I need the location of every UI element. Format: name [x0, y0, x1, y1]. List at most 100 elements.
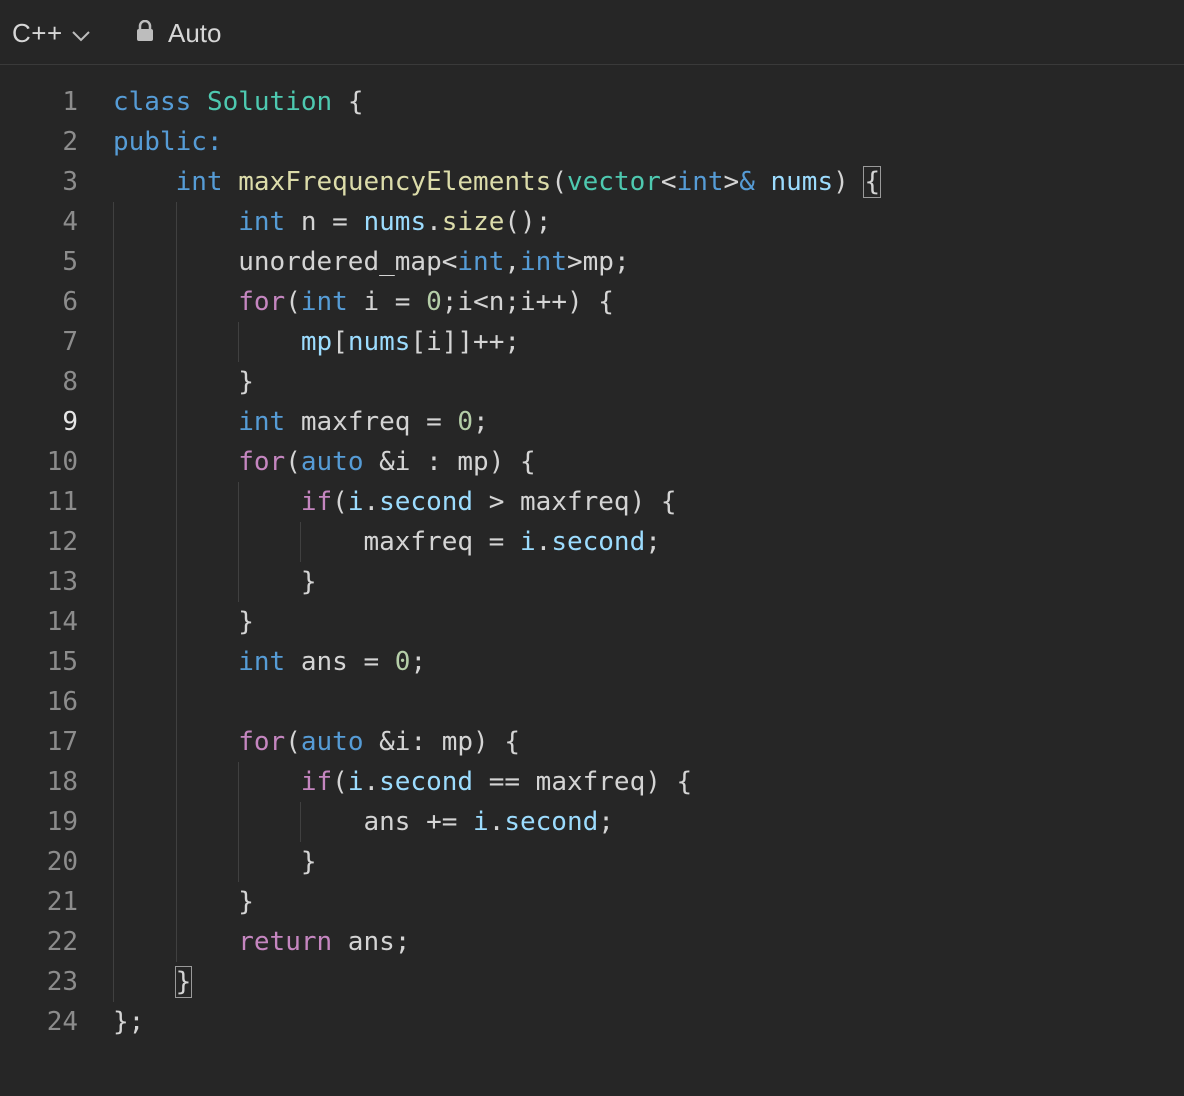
code-text: mp[nums[i]]++;: [113, 322, 520, 362]
code-line[interactable]: 3 int maxFrequencyElements(vector<int>& …: [0, 162, 1184, 202]
code-token: n =: [285, 207, 364, 237]
code-token: ;: [410, 647, 427, 677]
code-token: >: [723, 167, 740, 197]
code-token: .: [535, 527, 552, 557]
code-token: 0: [394, 647, 411, 677]
line-number: 11: [46, 487, 78, 517]
code-token: (: [332, 487, 348, 517]
code-token: return: [238, 927, 333, 957]
code-token: ();: [504, 207, 552, 237]
code-line[interactable]: 1 class Solution {: [0, 82, 1184, 122]
code-token: auto: [300, 447, 364, 477]
code-token: == maxfreq) {: [473, 767, 693, 797]
code-token: }: [113, 567, 317, 597]
mode-label: Auto: [168, 17, 222, 48]
code-line[interactable]: 6 for(int i = 0;i<n;i++) {: [0, 282, 1184, 322]
line-number: 6: [62, 287, 78, 317]
line-number: 17: [46, 727, 78, 757]
code-line[interactable]: 13 }: [0, 562, 1184, 602]
code-token: public: [113, 127, 207, 157]
code-token: &: [739, 167, 755, 197]
code-token: int: [457, 247, 505, 277]
code-line[interactable]: 2 public:: [0, 122, 1184, 162]
code-line[interactable]: 20 }: [0, 842, 1184, 882]
code-token: int: [520, 247, 567, 277]
code-token: ;: [598, 807, 614, 837]
line-number: 21: [46, 887, 78, 917]
code-line[interactable]: 4 int n = nums.size();: [0, 202, 1184, 242]
code-token: .: [363, 767, 380, 797]
code-text: maxfreq = i.second;: [113, 522, 660, 562]
code-token: nums: [770, 167, 834, 197]
code-token: >mp;: [566, 247, 630, 277]
code-token: ): [833, 167, 865, 197]
code-line[interactable]: 16: [0, 682, 1184, 722]
code-token: auto: [300, 727, 364, 757]
code-line[interactable]: 11 if(i.second > maxfreq) {: [0, 482, 1184, 522]
code-token: }: [113, 847, 317, 877]
code-editor[interactable]: 1 class Solution {2 public: 3 int maxFreque…: [0, 66, 1184, 1096]
code-line[interactable]: 23 }: [0, 962, 1184, 1002]
code-token: (: [332, 767, 348, 797]
line-number: 2: [62, 127, 78, 157]
code-text: public:: [113, 122, 223, 162]
code-line[interactable]: 10 for(auto &i : mp) {: [0, 442, 1184, 482]
code-line[interactable]: 7 mp[nums[i]]++;: [0, 322, 1184, 362]
code-line[interactable]: 18 if(i.second == maxfreq) {: [0, 762, 1184, 802]
editor-toolbar: C++ Auto: [0, 0, 1184, 65]
code-token: 0: [426, 287, 442, 317]
code-line[interactable]: 12 maxfreq = i.second;: [0, 522, 1184, 562]
code-token: (: [285, 447, 301, 477]
line-number: 18: [46, 767, 78, 797]
code-token: ;i<n;i++) {: [441, 287, 614, 317]
code-line[interactable]: 24};: [0, 1002, 1184, 1042]
code-token: int: [300, 287, 348, 317]
line-number: 23: [46, 967, 78, 997]
line-number: 5: [62, 247, 78, 277]
code-line[interactable]: 5 unordered_map<int,int>mp;: [0, 242, 1184, 282]
code-line[interactable]: 15 int ans = 0;: [0, 642, 1184, 682]
mode-indicator[interactable]: Auto: [136, 18, 222, 48]
line-number: 12: [46, 527, 78, 557]
code-line[interactable]: 8 }: [0, 362, 1184, 402]
code-text: }: [113, 962, 193, 1002]
line-number: 15: [46, 647, 78, 677]
code-token: > maxfreq) {: [473, 487, 677, 517]
code-token: mp: [300, 327, 333, 357]
code-token: &i: mp) {: [363, 727, 521, 757]
code-line[interactable]: 17 for(auto &i: mp) {: [0, 722, 1184, 762]
language-label: C++: [12, 17, 63, 48]
code-token: int: [175, 167, 223, 197]
code-token: .: [488, 807, 505, 837]
code-line[interactable]: 19 ans += i.second;: [0, 802, 1184, 842]
code-line[interactable]: 21 }: [0, 882, 1184, 922]
line-number: 20: [46, 847, 78, 877]
code-text: for(int i = 0;i<n;i++) {: [113, 282, 614, 322]
code-token: int: [238, 207, 286, 237]
code-token: i: [347, 487, 364, 517]
code-text: class Solution {: [113, 82, 363, 122]
code-token: for: [238, 287, 286, 317]
matched-bracket: {: [863, 166, 882, 198]
code-line[interactable]: 9 int maxfreq = 0;: [0, 402, 1184, 442]
code-token: i: [473, 807, 489, 837]
language-selector[interactable]: C++: [12, 18, 91, 48]
code-line[interactable]: 22 return ans;: [0, 922, 1184, 962]
code-token: second: [379, 767, 474, 797]
line-number: 14: [46, 607, 78, 637]
code-token: int: [238, 647, 286, 677]
code-token: ans;: [332, 927, 411, 957]
code-lines[interactable]: 1 class Solution {2 public: 3 int maxFreque…: [0, 82, 1184, 1042]
code-text: }: [113, 602, 254, 642]
code-token: (: [285, 727, 301, 757]
line-number: 8: [62, 367, 78, 397]
code-token: second: [504, 807, 599, 837]
code-line[interactable]: 14 }: [0, 602, 1184, 642]
